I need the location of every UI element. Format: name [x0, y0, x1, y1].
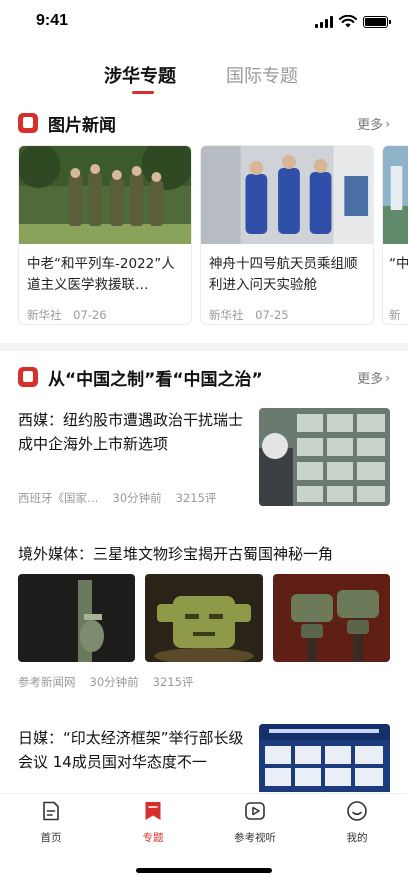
battery-icon: [363, 15, 391, 28]
topic-more-link[interactable]: 更多 ›: [357, 368, 390, 388]
section-logo-icon: [18, 113, 38, 133]
tabbar-label: 专题: [142, 832, 164, 844]
tabbar-label: 我的: [346, 832, 368, 844]
section-divider: [0, 343, 408, 351]
more-label: 更多: [357, 372, 384, 387]
play-icon: [245, 802, 265, 820]
topic-header: 从“中国之制”看“中国之治” 更多 ›: [0, 364, 408, 392]
home-doc-icon: [43, 801, 59, 821]
home-indicator[interactable]: [136, 868, 272, 873]
tab-china-topics[interactable]: 涉华专题: [104, 62, 176, 88]
cellular-signal-icon: [315, 15, 333, 28]
card-image: [383, 146, 408, 244]
photo-news-card[interactable]: 神舟十四号航天员乘组顺利进入问天实验舱 新华社 07-25: [200, 145, 374, 325]
card-date: 07-26: [73, 308, 107, 322]
wifi-icon: [339, 15, 357, 28]
status-bar: 9:41: [0, 0, 408, 44]
card-image: [19, 146, 191, 244]
top-tabs: 涉华专题 国际专题: [0, 58, 408, 98]
card-source: 新华: [389, 308, 401, 322]
chevron-right-icon: ›: [385, 370, 390, 385]
article-time: 30分钟前: [112, 491, 162, 505]
tab-international-topics[interactable]: 国际专题: [226, 62, 298, 88]
article-title[interactable]: 境外媒体：三星堆文物珍宝揭开古蜀国神秘一角: [18, 542, 390, 566]
photo-news-header: 图片新闻 更多 ›: [0, 110, 408, 138]
article-title[interactable]: 西媒：纽约股市遭遇政治干扰瑞士成中企海外上市新选项: [18, 408, 246, 456]
article-image[interactable]: [18, 574, 135, 662]
card-image: [201, 146, 373, 244]
article-comments: 3215评: [152, 675, 194, 689]
article-source: 参考新闻网: [18, 675, 76, 689]
card-meta: 新华社 07-25: [201, 298, 373, 323]
chevron-right-icon: ›: [385, 116, 390, 131]
status-icons: [315, 15, 391, 28]
photo-news-more-link[interactable]: 更多 ›: [357, 114, 390, 134]
tabbar-item-profile[interactable]: 我的: [317, 800, 397, 845]
card-source: 新华社: [27, 308, 62, 322]
article-image[interactable]: [145, 574, 263, 662]
active-tab-indicator: [132, 91, 154, 94]
tabbar-label: 参考视听: [234, 832, 276, 844]
bottom-tab-bar: 首页 专题 参考视听 我的: [0, 793, 408, 883]
section-logo-icon: [18, 367, 38, 387]
article-title[interactable]: 日媒：“印太经济框架”举行部长级会议 14成员国对华态度不一: [18, 726, 254, 790]
card-meta: 新华: [383, 298, 408, 324]
article-time: 30分钟前: [89, 675, 139, 689]
status-time: 9:41: [36, 12, 69, 29]
section-title: 从“中国之制”看“中国之治”: [48, 370, 263, 390]
tabbar-item-topics[interactable]: 专题: [113, 800, 193, 845]
tabbar-item-home[interactable]: 首页: [11, 800, 91, 845]
card-date: 07-25: [255, 308, 289, 322]
card-title: 中老“和平列车-2022”人道主义医学救援联…: [27, 256, 175, 293]
section-title: 图片新闻: [48, 116, 116, 136]
more-label: 更多: [357, 118, 384, 133]
photo-news-card[interactable]: “中发 新华: [382, 145, 408, 325]
card-title: “中发: [389, 256, 408, 272]
article-thumbnail[interactable]: [259, 408, 390, 506]
bookmark-icon: [145, 802, 161, 820]
article-source: 西班牙《国家…: [18, 491, 99, 505]
card-title: 神舟十四号航天员乘组顺利进入问天实验舱: [209, 256, 358, 293]
card-source: 新华社: [209, 308, 244, 322]
tabbar-item-media[interactable]: 参考视听: [215, 800, 295, 845]
article-image[interactable]: [273, 574, 390, 662]
article-meta: 西班牙《国家… 30分钟前 3215评: [18, 490, 216, 506]
article-comments: 3215评: [175, 491, 217, 505]
article-meta: 参考新闻网 30分钟前 3215评: [18, 674, 193, 690]
card-meta: 新华社 07-26: [19, 298, 191, 323]
smile-face-icon: [347, 801, 367, 821]
tabbar-label: 首页: [40, 832, 62, 844]
article-thumbnail[interactable]: [259, 724, 390, 792]
photo-news-card[interactable]: 中老“和平列车-2022”人道主义医学救援联… 新华社 07-26: [18, 145, 192, 325]
